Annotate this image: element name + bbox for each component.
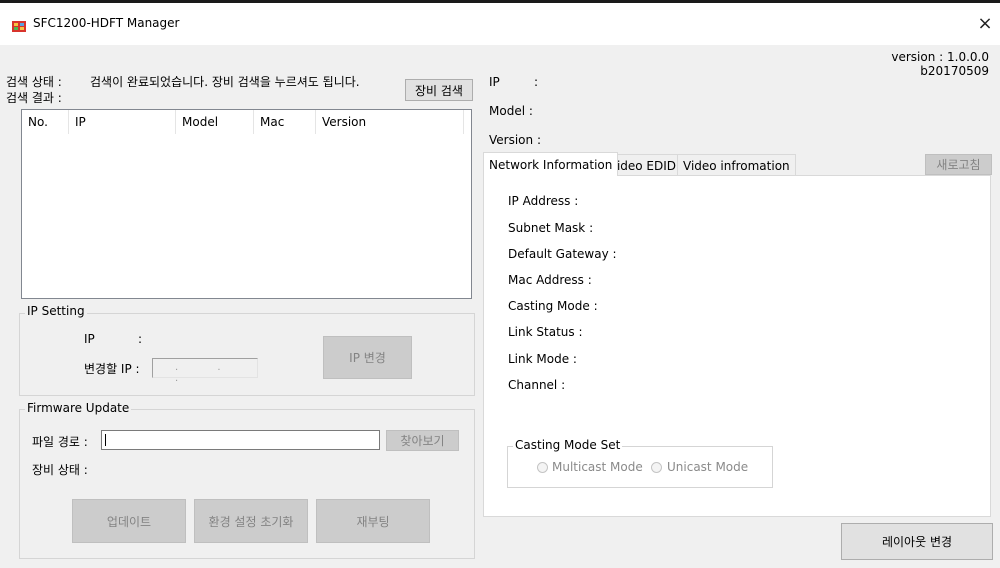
search-result-label: 검색 결과 : bbox=[6, 91, 62, 105]
column-model[interactable]: Model bbox=[176, 110, 254, 134]
ip-colon: : bbox=[138, 332, 143, 346]
channel-label: Channel : bbox=[508, 378, 566, 392]
casting-mode-set-title: Casting Mode Set bbox=[513, 438, 623, 452]
column-ip[interactable]: IP bbox=[69, 110, 176, 134]
tab-network-information[interactable]: Network Information bbox=[483, 152, 619, 176]
multicast-label[interactable]: Multicast Mode bbox=[552, 460, 643, 474]
window-title: SFC1200-HDFT Manager bbox=[33, 16, 180, 30]
ip-address-label: IP Address : bbox=[508, 194, 579, 208]
casting-mode-label: Casting Mode : bbox=[508, 299, 598, 313]
refresh-button[interactable]: 새로고침 bbox=[925, 154, 992, 175]
update-button[interactable]: 업데이트 bbox=[72, 499, 186, 543]
title-bar: SFC1200-HDFT Manager × bbox=[0, 3, 1000, 45]
layout-change-button[interactable]: 레이아웃 변경 bbox=[841, 523, 993, 560]
network-information-panel: IP Address : Subnet Mask : Default Gatew… bbox=[483, 175, 991, 517]
device-ip-colon: : bbox=[534, 75, 539, 89]
device-list[interactable]: No. IP Model Mac Version bbox=[21, 109, 472, 299]
mac-address-label: Mac Address : bbox=[508, 273, 592, 287]
search-status-label: 검색 상태 : bbox=[6, 75, 62, 89]
multicast-radio[interactable] bbox=[537, 462, 548, 473]
ip-box-dots: . . . bbox=[175, 362, 239, 384]
ip-label: IP bbox=[84, 332, 95, 346]
browse-button[interactable]: 찾아보기 bbox=[386, 430, 459, 451]
app-icon bbox=[12, 21, 26, 32]
reset-settings-button[interactable]: 환경 설정 초기화 bbox=[194, 499, 308, 543]
new-ip-label: 변경할 IP : bbox=[84, 362, 140, 376]
search-status-text: 검색이 완료되었습니다. 장비 검색을 누르셔도 됩니다. bbox=[90, 75, 360, 89]
file-path-label: 파일 경로 : bbox=[32, 435, 88, 449]
column-mac[interactable]: Mac bbox=[254, 110, 316, 134]
device-version-label: Version : bbox=[489, 133, 541, 147]
subnet-mask-label: Subnet Mask : bbox=[508, 221, 594, 235]
new-ip-input[interactable]: . . . bbox=[152, 358, 258, 384]
device-ip-label: IP bbox=[489, 75, 500, 89]
default-gateway-label: Default Gateway : bbox=[508, 247, 617, 261]
device-model-label: Model : bbox=[489, 104, 533, 118]
device-list-header: No. IP Model Mac Version bbox=[22, 110, 471, 134]
change-ip-button[interactable]: IP 변경 bbox=[323, 336, 412, 379]
link-status-label: Link Status : bbox=[508, 325, 583, 339]
reboot-button[interactable]: 재부팅 bbox=[316, 499, 430, 543]
app-build: b20170509 bbox=[920, 64, 989, 78]
app-window: SFC1200-HDFT Manager × 검색 상태 : 검색이 완료되었습… bbox=[0, 0, 1000, 568]
column-no[interactable]: No. bbox=[22, 110, 69, 134]
firmware-update-title: Firmware Update bbox=[25, 401, 132, 415]
tab-video-information[interactable]: Video infromation bbox=[677, 154, 796, 176]
link-mode-label: Link Mode : bbox=[508, 352, 577, 366]
close-icon[interactable]: × bbox=[974, 13, 996, 34]
unicast-label[interactable]: Unicast Mode bbox=[667, 460, 748, 474]
ip-setting-title: IP Setting bbox=[25, 304, 87, 318]
device-status-label: 장비 상태 : bbox=[32, 463, 88, 477]
unicast-radio[interactable] bbox=[651, 462, 662, 473]
column-version[interactable]: Version bbox=[316, 110, 464, 134]
app-version: version : 1.0.0.0 bbox=[891, 50, 989, 64]
text-caret bbox=[105, 434, 106, 446]
device-search-button[interactable]: 장비 검색 bbox=[405, 79, 473, 101]
file-path-input[interactable] bbox=[101, 430, 380, 450]
